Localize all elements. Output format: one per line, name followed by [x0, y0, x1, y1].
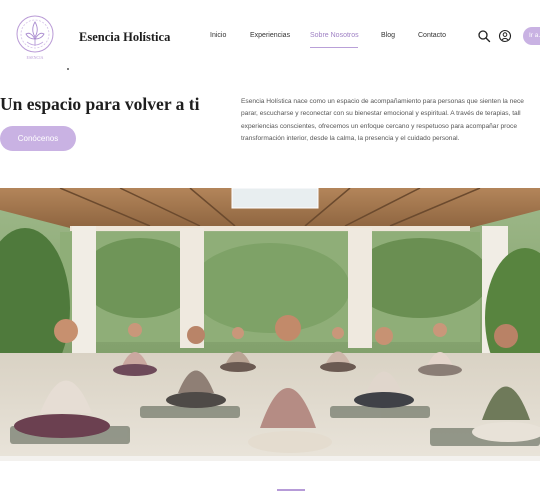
intro-paragraph-line: Esencia Holística nace como un espacio d… [241, 98, 524, 105]
nav-item-inicio[interactable]: Inicio [210, 32, 226, 39]
user-icon[interactable] [498, 29, 512, 43]
header-cta-button[interactable]: Ir a… [523, 27, 540, 45]
intro-paragraph-line: transformación interior, desde la calma,… [241, 135, 460, 143]
nav-item-experiencias[interactable]: Experiencias [250, 32, 290, 39]
hero-image [0, 188, 540, 461]
nav-item-blog[interactable]: Blog [381, 32, 395, 39]
page-title: Un espacio para volver a ti [0, 94, 200, 114]
intro-paragraph-line: parar, escucharse y reconectar con su bi… [241, 110, 521, 118]
svg-text:ESENCIA: ESENCIA [27, 55, 44, 60]
active-nav-underline [310, 47, 358, 48]
meditation-group-photo [0, 188, 540, 461]
section-divider-mark [277, 489, 305, 491]
search-icon[interactable] [477, 29, 491, 43]
site-header: ESENCIA Esencia Holística Inicio Experie… [0, 0, 540, 74]
decorative-dot [67, 68, 69, 70]
intro-paragraph: Esencia Holística nace como un espacio d… [241, 96, 540, 146]
lotus-logo-icon[interactable]: ESENCIA [14, 12, 56, 64]
nav-item-sobre-nosotros[interactable]: Sobre Nosotros [310, 32, 359, 39]
nav-item-contacto[interactable]: Contacto [418, 32, 446, 39]
conocenos-button[interactable]: Conócenos [0, 126, 76, 151]
brand-name[interactable]: Esencia Holística [79, 30, 170, 45]
intro-paragraph-line: experiencias conscientes, ofrecemos un e… [241, 122, 518, 130]
